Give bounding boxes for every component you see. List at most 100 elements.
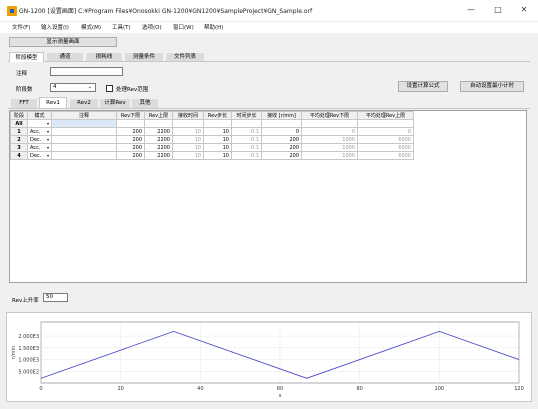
cell-time-step: 0.1 — [231, 127, 262, 136]
cell-note[interactable] — [51, 143, 117, 152]
dropdown-arrow-icon[interactable]: ▾ — [47, 137, 49, 142]
cell-avg-high: 6000 — [357, 151, 414, 160]
x-tick-label: 120 — [514, 386, 524, 392]
dropdown-arrow-icon[interactable]: ▾ — [47, 153, 49, 158]
cell-mode[interactable]: Dec. ▾ — [27, 135, 52, 144]
table-row[interactable]: 3 Acc. ▾ 200 2200 10 10 0.1 200 1000 6000 — [10, 143, 414, 152]
cell-note[interactable] — [51, 119, 117, 128]
cell-mode[interactable]: Acc. ▾ — [27, 127, 52, 136]
cell-note[interactable] — [51, 151, 117, 160]
col-rev-high[interactable]: Rev上限 — [144, 111, 173, 120]
cell-avg-high: 6000 — [357, 135, 414, 144]
stage-count-value: 4 — [53, 84, 57, 90]
cell-recv[interactable]: 200 — [261, 135, 302, 144]
cell-rev-low[interactable]: 200 — [116, 151, 145, 160]
cell-note[interactable] — [51, 135, 117, 144]
menu-file[interactable]: 文件(F) — [12, 23, 30, 31]
subtab-calc-rev[interactable]: 计算Rev — [100, 99, 130, 108]
rev-profile-chart: 0 20 40 60 80 100 120 5.000E2 1.000E3 1.500E3 2.00… — [6, 312, 532, 402]
rev-rise-label: Rev上升率 — [12, 298, 39, 304]
cell-rev-low[interactable]: 200 — [116, 135, 145, 144]
cell-stage: 4 — [10, 151, 28, 160]
tab-measure-conditions[interactable]: 测量条件 — [125, 53, 163, 61]
col-mode[interactable]: 模式 — [27, 111, 52, 120]
set-formula-button[interactable]: 设置计算公式 — [398, 81, 448, 92]
note-input[interactable] — [50, 67, 123, 76]
maximize-button[interactable]: □ — [490, 4, 506, 16]
stage-table: 阶段 模式 注释 Rev下限 Rev上限 接收时间 Rev步长 时间步长 接收 … — [10, 111, 414, 160]
cell-avg-high: 0 — [357, 127, 414, 136]
chevron-down-icon: ⌄ — [87, 84, 92, 90]
menu-options[interactable]: 选项(O) — [142, 23, 162, 31]
col-avg-low[interactable]: 平均处理Rev下限 — [301, 111, 358, 120]
chart-svg: 0 20 40 60 80 100 120 5.000E2 1.000E3 1.500E3 2.00… — [11, 321, 524, 399]
minimize-button[interactable]: — — [463, 4, 479, 16]
cell-avg-high: 6000 — [357, 143, 414, 152]
process-rev-checkbox[interactable] — [106, 85, 113, 92]
cell-rev-low[interactable]: 200 — [116, 127, 145, 136]
cell-recv[interactable]: 200 — [261, 143, 302, 152]
cell-rev-high[interactable]: 2200 — [144, 151, 173, 160]
cell-mode[interactable]: Acc. ▾ — [27, 143, 52, 152]
col-avg-high[interactable]: 平均处理Rev上限 — [357, 111, 414, 120]
cell-mode[interactable]: Dec. ▾ — [27, 151, 52, 160]
menu-mode[interactable]: 模式(M) — [81, 23, 101, 31]
menu-tools[interactable]: 工具(T) — [112, 23, 131, 31]
subtab-other[interactable]: 其他 — [132, 99, 158, 108]
menu-input-settings[interactable]: 输入设置(I) — [41, 23, 69, 31]
cell-rev-step[interactable]: 10 — [203, 143, 232, 152]
stage-count-label: 阶段数 — [16, 87, 33, 93]
app-icon — [7, 6, 17, 16]
x-axis-label: s — [279, 393, 282, 399]
display-measure-button[interactable]: 显示测量画面 — [9, 37, 117, 47]
table-row[interactable]: 4 Dec. ▾ 200 2200 10 10 0.1 200 1000 6000 — [10, 151, 414, 160]
col-recv[interactable]: 接收 [r/min] — [261, 111, 302, 120]
menu-window[interactable]: 窗口(W) — [173, 23, 194, 31]
table-row[interactable]: 1 Acc. ▾ 200 2200 10 10 0.1 0 0 0 — [10, 127, 414, 136]
rev-rise-input[interactable]: 50 — [43, 293, 68, 302]
cell-mode[interactable]: ▾ — [27, 119, 52, 128]
cell-recv[interactable]: 200 — [261, 151, 302, 160]
stage-count-select[interactable]: 4 ⌄ — [50, 83, 96, 92]
cell-recv-time: 10 — [172, 135, 204, 144]
tab-loss-line[interactable]: 损耗线 — [86, 53, 122, 61]
cell-stage: 2 — [10, 135, 28, 144]
table-row[interactable]: 2 Dec. ▾ 200 2200 10 10 0.1 200 1000 6000 — [10, 135, 414, 144]
tab-file-list[interactable]: 文件列表 — [166, 53, 204, 61]
tab-stage-model[interactable]: 阶段模型 — [9, 52, 44, 62]
cell-rev-low[interactable]: 200 — [116, 143, 145, 152]
cell-rev-high[interactable]: 2200 — [144, 135, 173, 144]
cell-time-step: 0.1 — [231, 135, 262, 144]
cell-stage: All — [10, 119, 28, 128]
col-rev-low[interactable]: Rev下限 — [116, 111, 145, 120]
menu-bar: 文件(F) 输入设置(I) 模式(M) 工具(T) 选项(O) 窗口(W) 帮助… — [0, 22, 538, 33]
x-tick-label: 20 — [117, 386, 123, 392]
tab-channel[interactable]: 通道 — [47, 53, 83, 61]
col-recv-time[interactable]: 接收时间 — [172, 111, 204, 120]
menu-help[interactable]: 帮助(H) — [204, 23, 223, 31]
col-note[interactable]: 注释 — [51, 111, 117, 120]
col-stage[interactable]: 阶段 — [10, 111, 28, 120]
cell-recv-time: 10 — [172, 151, 204, 160]
cell-recv[interactable]: 0 — [261, 127, 302, 136]
cell-note[interactable] — [51, 127, 117, 136]
cell-rev-high[interactable]: 2200 — [144, 143, 173, 152]
close-button[interactable]: ✕ — [516, 4, 532, 16]
subtab-rev2[interactable]: Rev2 — [70, 99, 98, 108]
dropdown-arrow-icon[interactable]: ▾ — [47, 145, 49, 150]
x-tick-label: 0 — [39, 386, 42, 392]
cell-rev-step[interactable]: 10 — [203, 151, 232, 160]
cell-rev-high[interactable]: 2200 — [144, 127, 173, 136]
dropdown-arrow-icon[interactable]: ▾ — [47, 129, 49, 134]
cell-stage: 3 — [10, 143, 28, 152]
cell-rev-step[interactable]: 10 — [203, 127, 232, 136]
col-time-step[interactable]: 时间步长 — [231, 111, 262, 120]
subtab-rev1[interactable]: Rev1 — [39, 97, 67, 108]
cell-rev-step[interactable]: 10 — [203, 135, 232, 144]
col-rev-step[interactable]: Rev步长 — [203, 111, 232, 120]
auto-min-time-button[interactable]: 自动设置最小计时 — [460, 81, 524, 92]
table-row-all[interactable]: All ▾ — [10, 119, 414, 128]
subtab-fft[interactable]: FFT — [11, 99, 37, 108]
dropdown-arrow-icon[interactable]: ▾ — [47, 121, 49, 126]
y-axis-label: r/min — [11, 346, 17, 359]
